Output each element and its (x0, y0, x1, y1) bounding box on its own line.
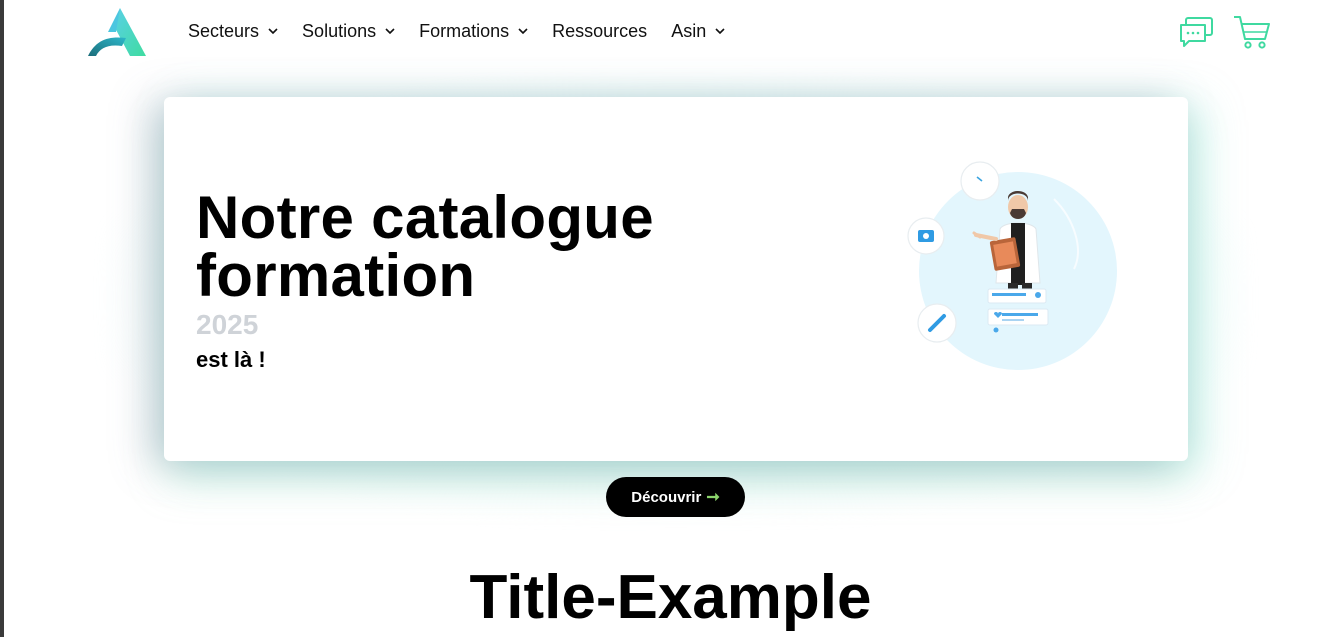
discover-button-label: Découvrir (631, 488, 702, 506)
chat-icon[interactable] (1179, 17, 1213, 47)
arrow-right-icon: ➞ (706, 489, 720, 506)
hero-title: Notre catalogue formation (196, 188, 654, 306)
chevron-down-icon (715, 28, 725, 35)
nav-label: Asin (671, 21, 707, 41)
nav-label: Formations (419, 21, 510, 41)
discover-button[interactable]: Découvrir ➞ (606, 477, 745, 517)
main-nav: Secteurs Solutions Formations Ressources… (188, 21, 749, 42)
nav-label: Ressources (552, 21, 648, 41)
doctor-illustration (907, 161, 1117, 370)
nav-item-formations[interactable]: Formations (419, 21, 528, 42)
window-edge (0, 0, 4, 637)
hero-title-line2: formation (196, 242, 476, 309)
nav-label: Solutions (302, 21, 377, 41)
hero-subtitle: est là ! (196, 347, 266, 372)
site-header: Secteurs Solutions Formations Ressources… (4, 0, 1341, 72)
nav-item-solutions[interactable]: Solutions (302, 21, 395, 42)
nav-item-secteurs[interactable]: Secteurs (188, 21, 278, 42)
hero-card: Notre catalogue formation 2025 est là ! (164, 97, 1188, 461)
logo-icon[interactable] (86, 6, 148, 58)
hero-title-line1: Notre catalogue (196, 184, 654, 251)
chevron-down-icon (268, 28, 278, 35)
hero-year: 2025 (196, 309, 259, 340)
chevron-down-icon (518, 28, 528, 35)
nav-label: Secteurs (188, 21, 260, 41)
chevron-down-icon (385, 28, 395, 35)
cart-icon[interactable] (1233, 14, 1271, 50)
nav-item-asin[interactable]: Asin (671, 21, 725, 42)
nav-item-ressources[interactable]: Ressources (552, 21, 647, 42)
section-title: Title-Example (469, 563, 872, 632)
